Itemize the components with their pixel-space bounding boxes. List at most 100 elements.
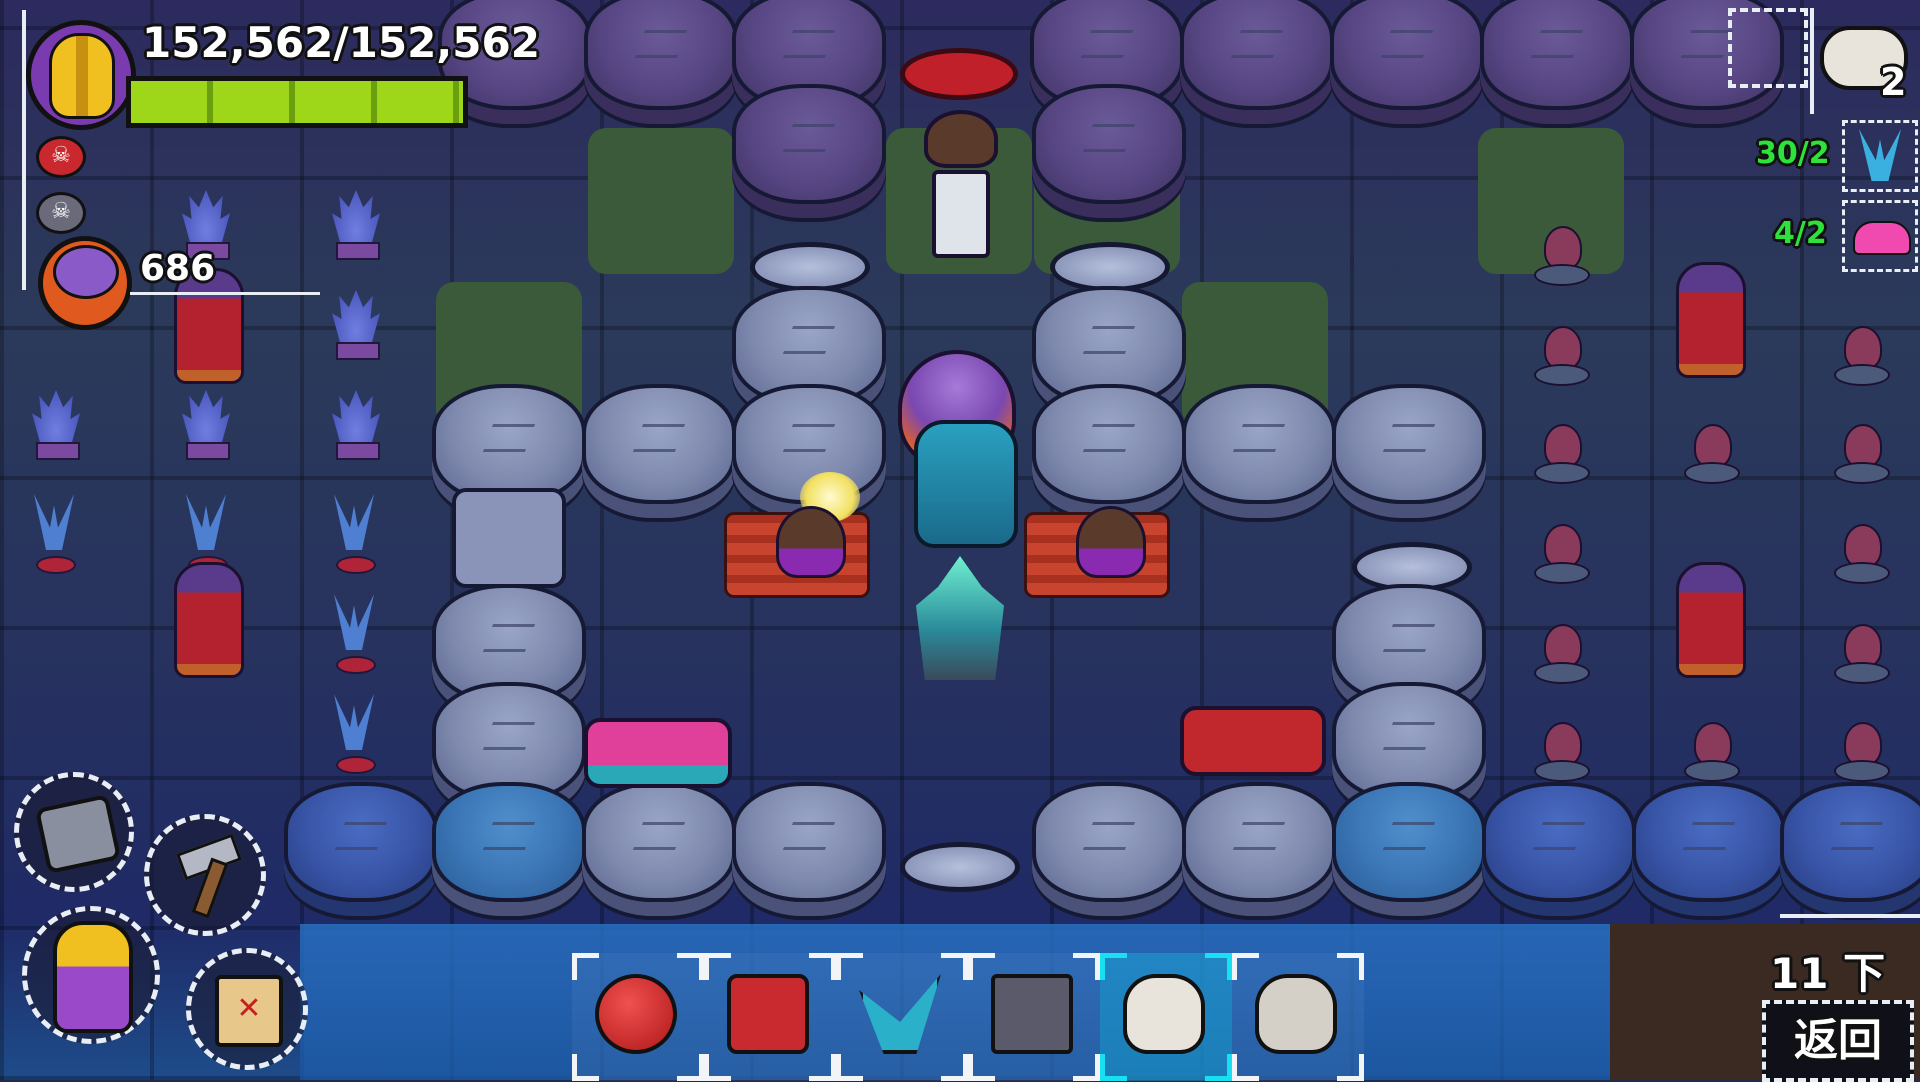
slot-corner [1232,1054,1259,1081]
grass-tile [588,128,734,274]
red-totem [1676,262,1746,378]
hammer-icon [176,833,242,919]
slot-corner [677,953,704,980]
red-totem [1676,562,1746,678]
slot-corner [572,1054,599,1081]
stone-pillar [284,782,438,902]
skull-grey-status-icon[interactable]: ☠ [36,192,86,234]
map-scroll-button[interactable]: ✕ [186,948,308,1070]
back-button[interactable]: 返回 [1762,1000,1914,1082]
pet-underline [130,292,320,295]
pod-plant [1830,326,1890,386]
blue-crystal-plant [326,390,386,460]
skull-red-status-icon[interactable]: ☠ [36,136,86,178]
stone-block [452,488,566,588]
character-button[interactable] [22,906,160,1044]
stone-pillar [1032,84,1186,204]
yellow-helmet-avatar-icon [49,33,115,119]
player-character[interactable] [914,420,1018,548]
pod-plant [1830,624,1890,684]
pod-plant [1830,722,1890,782]
blue-leaf-resource-icon[interactable] [1842,120,1918,192]
grab-hand-icon [1123,974,1205,1054]
pod-plant [1530,524,1590,584]
slot-corner [1205,1054,1232,1081]
slot-corner [704,1054,731,1081]
build-mode-button[interactable] [14,772,134,892]
top-item-count: 2 [1880,60,1907,104]
quest-progress-1: 30/2 [1756,136,1830,171]
stone-disc [900,842,1020,892]
pet-level-text: 686 [140,248,216,289]
stone-pillar [1032,384,1186,504]
hotbar-slot-1[interactable] [572,953,704,1081]
hotbar-slot-3[interactable] [836,953,968,1081]
slot-corner [941,953,968,980]
pink-coral-resource-icon[interactable] [1842,200,1918,272]
pod-plant [1680,722,1740,782]
player-portrait[interactable] [26,20,136,130]
hotbar-slot-4[interactable] [968,953,1100,1081]
red-floor-pad[interactable] [900,48,1018,100]
pod-creature[interactable] [776,506,846,578]
hotbar-slot-2[interactable] [704,953,836,1081]
health-bar [126,76,468,128]
clock-frame-line [1780,914,1920,918]
slot-corner [1100,953,1127,980]
pink-bed[interactable] [584,718,732,788]
pod-plant [1830,524,1890,584]
blue-sprout-plant [326,694,382,774]
slot-corner [1100,1054,1127,1081]
stone-pillar [582,384,736,504]
health-bar-fill [131,81,463,123]
stone-pillar [732,84,886,204]
robot-companion[interactable] [932,170,990,258]
red-bed[interactable] [1180,706,1326,776]
red-bomb-icon [595,974,677,1054]
pod-creature[interactable] [1076,506,1146,578]
stone-pillar [584,0,738,110]
stone-pillar [1180,0,1334,110]
blue-crystal-plant [26,390,86,460]
stone-pillar [432,384,586,504]
pod-plant [1830,424,1890,484]
blue-crystal-plant [326,190,386,260]
slot-corner [1205,953,1232,980]
folder-icon [991,974,1073,1054]
blue-sprout-plant [326,494,382,574]
quest-progress-2: 4/2 [1774,216,1827,251]
slot-corner [1337,953,1364,980]
hotbar-slot-5[interactable] [1100,953,1232,1081]
gadget-device-icon [34,794,122,874]
slot-corner [968,1054,995,1081]
slot-corner [572,953,599,980]
mushroom-creature[interactable] [924,110,998,168]
hotbar-slot-6[interactable] [1232,953,1364,1081]
blue-crystal-plant [176,390,236,460]
red-totem [174,562,244,678]
character-avatar-icon [53,921,133,1033]
slot-corner [809,1054,836,1081]
stone-disc [750,242,870,292]
treasure-map-icon: ✕ [215,975,283,1047]
blue-crystal-plant [326,290,386,360]
stone-pillar [1632,782,1786,902]
blue-sprout-plant [326,594,382,674]
pod-plant [1530,722,1590,782]
pod-plant [1530,624,1590,684]
stone-pillar [732,782,886,902]
slot-corner [941,1054,968,1081]
slot-corner [704,953,731,980]
pod-plant [1530,424,1590,484]
slot-corner [1232,953,1259,980]
stone-pillar [1482,782,1636,902]
craft-hammer-button[interactable] [144,814,266,936]
stone-pillar [1032,782,1186,902]
hud-frame-line [22,10,26,290]
slot-corner [836,1054,863,1081]
stone-pillar [1182,384,1336,504]
teal-wing-icon [859,974,941,1054]
slot-corner [809,953,836,980]
pet-portrait[interactable] [38,236,132,330]
stone-pillar [1330,0,1484,110]
